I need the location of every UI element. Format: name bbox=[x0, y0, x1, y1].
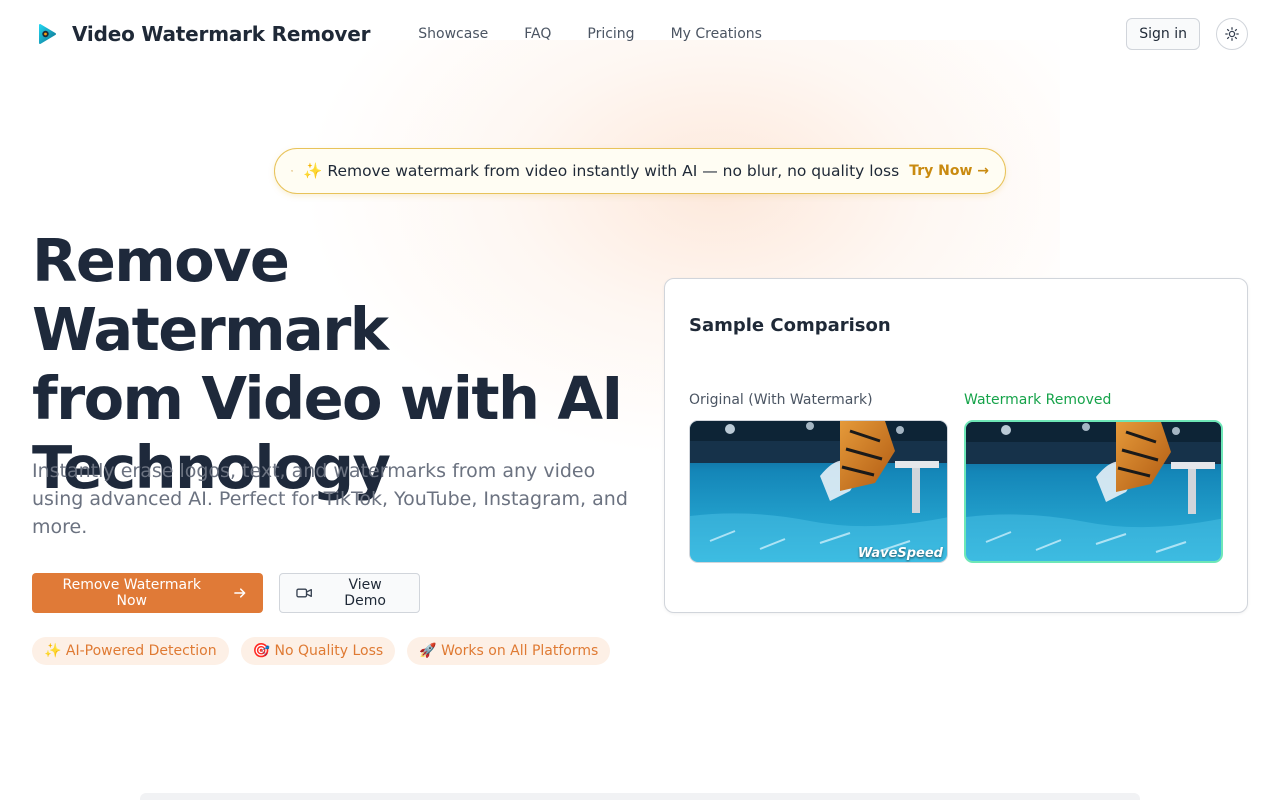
original-video-thumbnail[interactable]: WaveSpeed bbox=[689, 420, 948, 563]
removed-video-thumbnail[interactable] bbox=[964, 420, 1223, 563]
brand-logo[interactable]: Video Watermark Remover bbox=[32, 20, 370, 48]
nav-showcase[interactable]: Showcase bbox=[418, 26, 488, 42]
header-actions: Sign in bbox=[1126, 18, 1248, 50]
nav-pricing[interactable]: Pricing bbox=[587, 26, 634, 42]
sample-comparison-card: Sample Comparison Original (With Waterma… bbox=[664, 278, 1248, 613]
nav-my-creations[interactable]: My Creations bbox=[671, 26, 762, 42]
removed-label: Watermark Removed bbox=[964, 392, 1112, 408]
top-header: Video Watermark Remover Showcase FAQ Pri… bbox=[0, 0, 1280, 68]
main-nav: Showcase FAQ Pricing My Creations bbox=[418, 26, 762, 42]
pool-scene-image bbox=[966, 422, 1221, 561]
view-demo-label: View Demo bbox=[344, 577, 386, 609]
pool-scene-image bbox=[690, 421, 947, 562]
next-section-edge bbox=[140, 793, 1140, 800]
remove-watermark-button[interactable]: Remove Watermark Now bbox=[32, 573, 263, 613]
announcement-banner[interactable]: ✨ Remove watermark from video instantly … bbox=[274, 148, 1006, 194]
nav-faq[interactable]: FAQ bbox=[524, 26, 551, 42]
feature-chips: ✨ AI-Powered Detection 🎯 No Quality Loss… bbox=[32, 637, 611, 665]
try-now-link[interactable]: Try Now → bbox=[909, 163, 989, 179]
hero-title-line: from Video with AI bbox=[32, 364, 623, 433]
announcement-text: ✨ Remove watermark from video instantly … bbox=[303, 162, 900, 180]
brand-name: Video Watermark Remover bbox=[72, 22, 371, 46]
chip-ai-detection: ✨ AI-Powered Detection bbox=[32, 637, 229, 665]
chip-all-platforms: 🚀 Works on All Platforms bbox=[407, 637, 611, 665]
play-logo-icon bbox=[39, 24, 56, 44]
original-label: Original (With Watermark) bbox=[689, 392, 873, 408]
video-camera-icon bbox=[296, 588, 312, 598]
watermark-overlay: WaveSpeed bbox=[857, 546, 943, 561]
hero-title-line: Remove Watermark bbox=[32, 226, 389, 364]
comparison-title: Sample Comparison bbox=[689, 315, 891, 336]
remove-watermark-label: Remove Watermark Now bbox=[62, 577, 201, 609]
trophy-icon bbox=[291, 170, 294, 172]
hero-subtitle: Instantly erase logos, text, and waterma… bbox=[32, 460, 628, 538]
chip-no-quality-loss: 🎯 No Quality Loss bbox=[240, 637, 396, 665]
arrow-right-icon bbox=[234, 588, 246, 598]
sign-in-button[interactable]: Sign in bbox=[1126, 18, 1200, 50]
sun-icon bbox=[1225, 27, 1239, 41]
theme-toggle-button[interactable] bbox=[1216, 18, 1248, 50]
view-demo-button[interactable]: View Demo bbox=[279, 573, 420, 613]
